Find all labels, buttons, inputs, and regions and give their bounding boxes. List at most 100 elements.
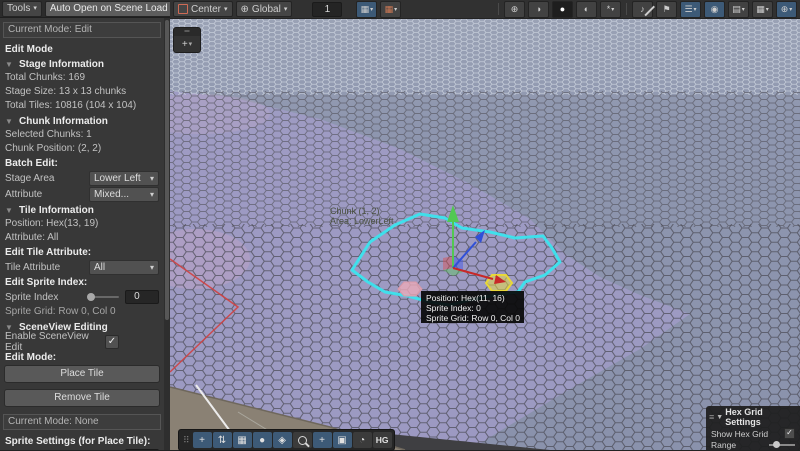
render-mode-icon: ⊕ bbox=[511, 4, 519, 15]
sprite-settings-label: Sprite Settings (for Place Tile): bbox=[0, 434, 164, 448]
overlay-drag-handle[interactable]: ⠿ bbox=[181, 435, 192, 446]
gizmo-flag-toggle[interactable]: ⚑ bbox=[656, 1, 677, 18]
foldout-triangle-icon[interactable]: ▼ bbox=[716, 414, 723, 421]
audio-mute-toggle[interactable]: ♪ bbox=[632, 1, 653, 18]
foldout-tile-information[interactable]: ▼ Tile Information bbox=[0, 202, 164, 217]
tooltip-position: Position: Hex(11, 16) bbox=[426, 293, 505, 303]
chevron-down-icon: ▾ bbox=[611, 6, 614, 13]
slider-knob[interactable] bbox=[773, 441, 780, 448]
eye-icon: ◉ bbox=[711, 4, 719, 15]
chevron-down-icon: ▾ bbox=[694, 6, 697, 13]
chevron-down-icon: ▾ bbox=[224, 5, 228, 13]
chevron-down-icon: ▾ bbox=[189, 40, 193, 48]
hex-grid-tool-button[interactable]: HG bbox=[373, 432, 392, 448]
foldout-triangle-icon: ▼ bbox=[5, 117, 19, 126]
zoom-tool-button[interactable] bbox=[293, 432, 312, 448]
flag-icon: ⚑ bbox=[662, 4, 670, 15]
gizmos-dropdown[interactable]: ⊕ ▾ bbox=[776, 1, 797, 18]
tooltip-sprite-index: Sprite Index: 0 bbox=[426, 303, 481, 313]
layers-icon: ☰ bbox=[684, 4, 692, 15]
tool-handle-position-dropdown[interactable]: Center ▾ bbox=[173, 1, 233, 17]
edit-tile-attribute-label: Edit Tile Attribute: bbox=[0, 245, 164, 259]
range-slider[interactable] bbox=[769, 444, 795, 446]
chevron-down-icon: ▾ bbox=[150, 263, 154, 272]
move-icon: + bbox=[199, 435, 205, 446]
pink-highlight-hex[interactable] bbox=[398, 282, 422, 296]
sprite-index-field[interactable]: 0 bbox=[125, 290, 159, 304]
increment-snap-dropdown[interactable]: ▦ ▾ bbox=[380, 1, 401, 18]
grid-snap-size-field[interactable]: 1 bbox=[312, 2, 342, 17]
enable-sceneview-checkbox[interactable]: ✓ bbox=[105, 335, 119, 349]
tools-label: Tools bbox=[7, 3, 30, 15]
globe-icon: ⊕ bbox=[241, 4, 249, 15]
render-mode-button[interactable]: ⊕ bbox=[504, 1, 525, 18]
attribute-dropdown[interactable]: Mixed... ▾ bbox=[89, 187, 159, 202]
effects-icon: * bbox=[607, 4, 611, 14]
foldout-triangle-icon: ▼ bbox=[5, 206, 19, 215]
selected-chunks-value: Selected Chunks: 1 bbox=[0, 128, 164, 142]
show-hex-grid-checkbox[interactable]: ✓ bbox=[784, 428, 795, 439]
tools-overlay-collapsed[interactable]: ═ + ▾ bbox=[173, 27, 201, 53]
compass-icon: ◔ bbox=[359, 435, 365, 446]
overlay-drag-handle[interactable]: ═ bbox=[174, 28, 200, 36]
grid-tool-button[interactable]: ▦ bbox=[233, 432, 252, 448]
shadows-toggle[interactable]: ◐ bbox=[576, 1, 597, 18]
chevron-down-icon: ▾ bbox=[394, 6, 397, 13]
panel-title: Edit Mode bbox=[0, 42, 164, 56]
layers-dropdown[interactable]: ☰ ▾ bbox=[680, 1, 701, 18]
scene-tools-overlay: ⠿ + ⇅ ▦ ● ◈ + ▣ ◔ HG bbox=[178, 429, 395, 451]
chevron-down-icon: ▾ bbox=[33, 3, 37, 15]
tools-menu-button[interactable]: Tools ▾ bbox=[2, 1, 42, 17]
layers-icon: ◈ bbox=[278, 435, 286, 446]
camera-settings-dropdown[interactable]: ▦ ▾ bbox=[752, 1, 773, 18]
grid-snapping-dropdown[interactable]: ▦ ▾ bbox=[356, 1, 377, 18]
toolbar-separator bbox=[498, 3, 499, 15]
tooltip-sprite-grid: Sprite Grid: Row 0, Col 0 bbox=[426, 313, 520, 323]
gizmo-plane-red[interactable] bbox=[443, 256, 453, 270]
hex-grid-settings-panel: ≡ ▼ Hex Grid Settings Show Hex Grid ✓ Ra… bbox=[706, 406, 800, 450]
window-toolbar: Tools ▾ Auto Open on Scene Load Display:… bbox=[0, 0, 170, 18]
current-edit-mode-box: Current Mode: None bbox=[3, 414, 161, 430]
remove-tile-button[interactable]: Remove Tile bbox=[4, 389, 160, 407]
wireframe-icon: ◑ bbox=[536, 4, 541, 14]
transform-tool-button[interactable]: + bbox=[313, 432, 332, 448]
attribute-label: Attribute bbox=[5, 189, 89, 200]
chevron-down-icon: ▾ bbox=[150, 190, 154, 199]
hex-panel-title: Hex Grid Settings bbox=[725, 407, 797, 427]
tool-handle-rotation-dropdown[interactable]: ⊕ Global ▾ bbox=[236, 1, 293, 17]
sprite-index-slider[interactable] bbox=[89, 296, 119, 298]
pivot-icon bbox=[178, 4, 188, 14]
sliders-icon: ⇅ bbox=[218, 435, 226, 446]
place-tile-button[interactable]: Place Tile bbox=[4, 365, 160, 383]
stage-area-dropdown[interactable]: Lower Left ▾ bbox=[89, 171, 159, 186]
overlay-menu-dropdown[interactable]: ▤ ▾ bbox=[728, 1, 749, 18]
shapes-icon: ▣ bbox=[337, 435, 346, 446]
move-tool-button[interactable]: + bbox=[193, 432, 212, 448]
edit-sprite-index-label: Edit Sprite Index: bbox=[0, 275, 164, 289]
move-tool-icon: + bbox=[182, 39, 188, 50]
move-icon: + bbox=[319, 435, 325, 446]
scene-visibility-toggle[interactable]: ◉ bbox=[704, 1, 725, 18]
circle-icon: ● bbox=[259, 435, 265, 446]
shapes-tool-button[interactable]: ▣ bbox=[333, 432, 352, 448]
scene-view-canvas[interactable]: Chunk (1, 2) Area: LowerLeft Position: H… bbox=[170, 19, 800, 450]
enable-sceneview-label: Enable SceneView Edit bbox=[5, 331, 89, 353]
chunk-label-line2: Area: LowerLeft bbox=[330, 216, 394, 226]
chevron-down-icon: ▾ bbox=[150, 174, 154, 183]
orient-tool-button[interactable]: ◔ bbox=[353, 432, 372, 448]
brush-tool-button[interactable]: ● bbox=[253, 432, 272, 448]
tile-attribute-dropdown[interactable]: All ▾ bbox=[89, 260, 159, 275]
total-tiles-value: Total Tiles: 10816 (104 x 104) bbox=[0, 99, 164, 113]
scene-lighting-toggle[interactable]: ● bbox=[552, 1, 573, 18]
wireframe-mode-button[interactable]: ◑ bbox=[528, 1, 549, 18]
overlay-drag-handle[interactable]: ≡ bbox=[709, 412, 714, 422]
auto-open-toggle[interactable]: Auto Open on Scene Load bbox=[45, 1, 170, 17]
layers-tool-button[interactable]: ◈ bbox=[273, 432, 292, 448]
adjust-tool-button[interactable]: ⇅ bbox=[213, 432, 232, 448]
scene-effects-dropdown[interactable]: * ▾ bbox=[600, 1, 621, 18]
foldout-stage-information[interactable]: ▼ Stage Information bbox=[0, 56, 164, 71]
chevron-down-icon: ▾ bbox=[284, 5, 288, 13]
foldout-chunk-information[interactable]: ▼ Chunk Information bbox=[0, 113, 164, 128]
hex-grid-mid bbox=[170, 91, 800, 227]
slider-knob[interactable] bbox=[87, 293, 95, 301]
